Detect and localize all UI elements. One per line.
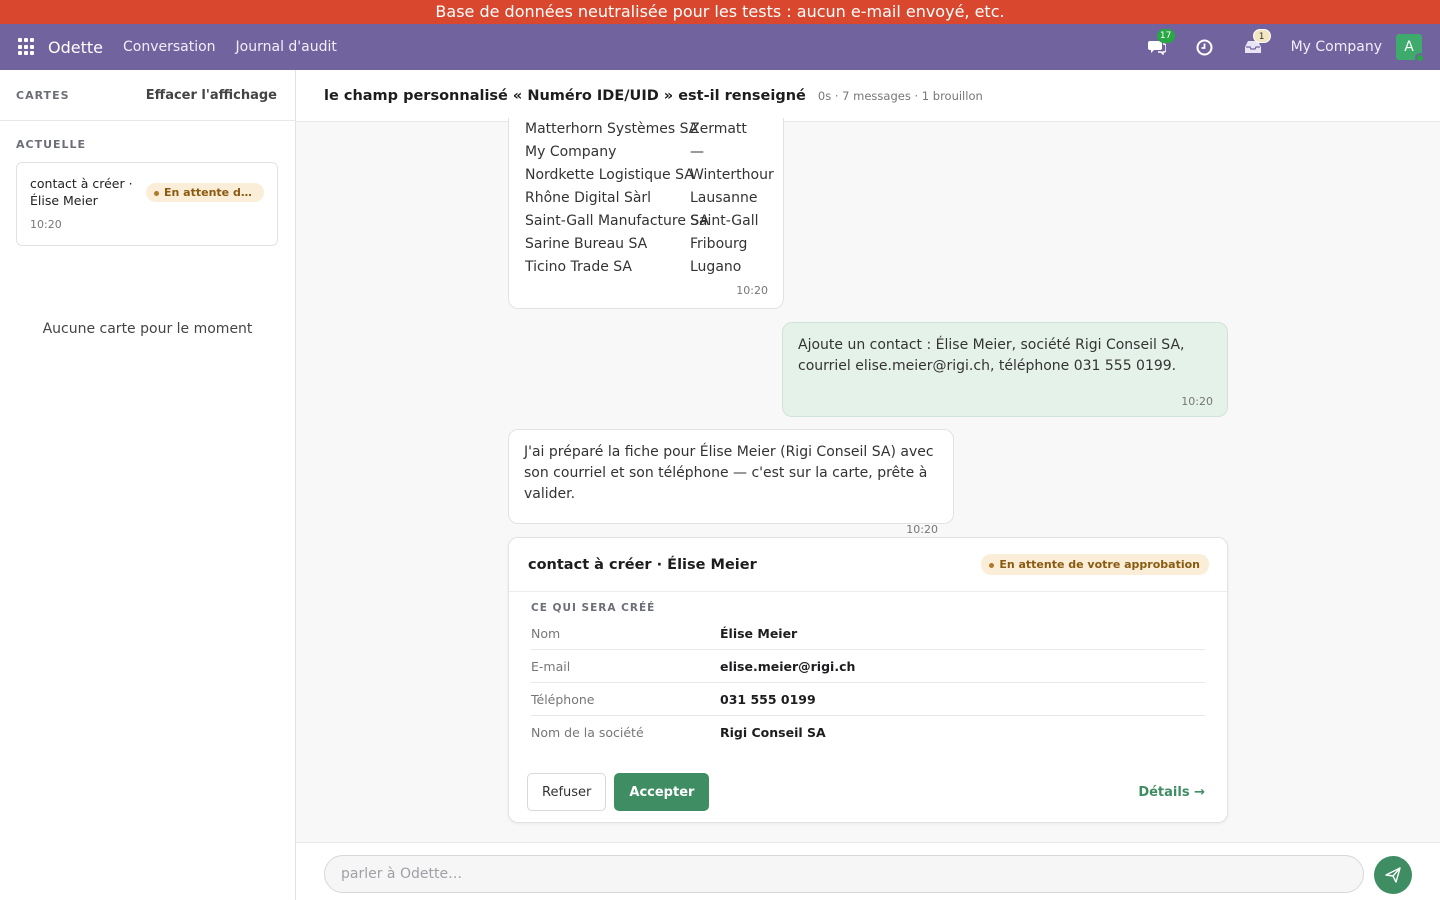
message-time: 10:20 xyxy=(1181,395,1213,408)
chat-badge: 17 xyxy=(1156,29,1175,43)
cards-sidebar: CARTES Effacer l'affichage ACTUELLE cont… xyxy=(0,70,296,900)
assistant-message-text: J'ai préparé la fiche pour Élise Meier (… xyxy=(524,444,934,502)
city-cell: Lausanne xyxy=(690,190,758,206)
table-row: Nordkette Logistique SA Winterthour xyxy=(525,164,774,187)
approval-section-label: CE QUI SERA CRÉÉ xyxy=(531,602,656,614)
field-value: Rigi Conseil SA xyxy=(720,725,826,740)
current-section-label: ACTUELLE xyxy=(16,138,87,151)
chat-icon[interactable]: 17 xyxy=(1147,29,1175,57)
city-cell: Lugano xyxy=(690,259,742,275)
sidebar-card-item[interactable]: contact à créer · Élise Meier 10:20 En a… xyxy=(16,162,278,246)
city-cell: Winterthour xyxy=(690,167,774,183)
test-database-banner: Base de données neutralisée pour les tes… xyxy=(0,0,1440,24)
assistant-message: J'ai préparé la fiche pour Élise Meier (… xyxy=(508,429,954,536)
company-cell: Nordkette Logistique SA xyxy=(525,167,694,183)
table-row: Saint-Gall Manufacture SA Saint-Gall xyxy=(525,210,768,233)
sidebar-header: CARTES Effacer l'affichage xyxy=(0,70,295,121)
sidebar-card-title: contact à créer · Élise Meier xyxy=(30,176,133,208)
city-cell: Saint-Gall xyxy=(690,213,759,229)
avatar-letter: A xyxy=(1404,39,1414,55)
table-row: Matterhorn Systèmes SA Zermatt xyxy=(525,118,768,141)
approval-actions: Refuser Accepter Détails → xyxy=(527,773,1205,811)
assistant-table-message: Matterhorn Systèmes SA Zermatt My Company —… xyxy=(508,118,784,309)
field-row-phone: Téléphone 031 555 0199 xyxy=(531,683,1205,716)
conversation-header: le champ personnalisé « Numéro IDE/UID »… xyxy=(296,70,1440,122)
details-link[interactable]: Détails → xyxy=(1138,785,1205,800)
online-status-dot xyxy=(1415,53,1425,63)
company-city-table: Matterhorn Systèmes SA Zermatt My Company —… xyxy=(525,118,774,279)
apps-grid-icon[interactable] xyxy=(18,38,36,56)
app-name[interactable]: Odette xyxy=(48,38,103,57)
approval-fields: Nom Élise Meier E-mail elise.meier@rigi.… xyxy=(531,617,1205,749)
company-cell: My Company xyxy=(525,144,617,160)
company-cell: Ticino Trade SA xyxy=(525,259,632,275)
field-label: E-mail xyxy=(531,658,571,674)
city-cell: — xyxy=(690,144,704,160)
send-button[interactable] xyxy=(1374,856,1412,894)
clear-display-button[interactable]: Effacer l'affichage xyxy=(146,88,277,103)
company-switcher[interactable]: My Company xyxy=(1291,39,1382,55)
company-cell: Sarine Bureau SA xyxy=(525,236,648,252)
approval-card-header: contact à créer · Élise Meier En attente… xyxy=(509,538,1227,592)
top-navbar: Odette Conversation Journal d'audit 17 1… xyxy=(0,24,1440,70)
user-message-text: Ajoute un contact : Élise Meier, société… xyxy=(798,337,1185,374)
table-row: Sarine Bureau SA Fribourg xyxy=(525,233,768,256)
table-row: Rhône Digital Sàrl Lausanne xyxy=(525,187,768,210)
field-label: Nom xyxy=(531,625,561,641)
send-icon xyxy=(1385,867,1401,883)
no-cards-message: Aucune carte pour le moment xyxy=(42,321,253,337)
nav-conversation[interactable]: Conversation xyxy=(123,39,216,55)
conversation-meta: 0s · 7 messages · 1 brouillon xyxy=(817,88,983,103)
field-row-name: Nom Élise Meier xyxy=(531,617,1205,650)
message-input[interactable] xyxy=(324,855,1364,893)
approval-card-title: contact à créer · Élise Meier xyxy=(528,556,757,573)
field-label: Nom de la société xyxy=(531,725,644,740)
company-cell: Matterhorn Systèmes SA xyxy=(525,121,699,137)
sidebar-card-status-badge: En attente de votre approbation xyxy=(146,183,264,202)
user-avatar[interactable]: A xyxy=(1396,34,1425,63)
company-cell: Saint-Gall Manufacture SA xyxy=(525,213,710,229)
approval-card: contact à créer · Élise Meier En attente… xyxy=(508,537,1228,823)
field-label: Téléphone xyxy=(531,691,595,707)
approval-status-badge: En attente de votre approbation xyxy=(981,554,1209,575)
city-cell: Fribourg xyxy=(690,236,748,252)
table-row: Ticino Trade SA Lugano xyxy=(525,256,768,279)
refuse-button[interactable]: Refuser xyxy=(527,773,607,811)
field-value: 031 555 0199 xyxy=(720,691,816,707)
field-value: elise.meier@rigi.ch xyxy=(720,658,856,674)
message-composer xyxy=(296,842,1440,900)
sidebar-title: CARTES xyxy=(16,88,70,102)
sidebar-card-time: 10:20 xyxy=(30,218,62,231)
field-row-company: Nom de la société Rigi Conseil SA xyxy=(531,716,1205,749)
message-time: 10:20 xyxy=(736,284,768,297)
nav-audit-log[interactable]: Journal d'audit xyxy=(236,39,337,55)
accept-button[interactable]: Accepter xyxy=(614,773,710,811)
conversation-title: le champ personnalisé « Numéro IDE/UID »… xyxy=(324,87,806,104)
company-cell: Rhône Digital Sàrl xyxy=(525,190,652,206)
inbox-icon[interactable]: 1 xyxy=(1243,29,1271,57)
city-cell: Zermatt xyxy=(690,121,747,137)
field-value: Élise Meier xyxy=(720,625,798,641)
activity-badge: 1 xyxy=(1252,29,1271,43)
field-row-email: E-mail elise.meier@rigi.ch xyxy=(531,650,1205,683)
table-row: My Company — xyxy=(525,141,768,164)
clock-icon[interactable] xyxy=(1195,37,1215,57)
conversation-panel: le champ personnalisé « Numéro IDE/UID »… xyxy=(296,70,1440,900)
user-message: Ajoute un contact : Élise Meier, société… xyxy=(782,322,1228,417)
